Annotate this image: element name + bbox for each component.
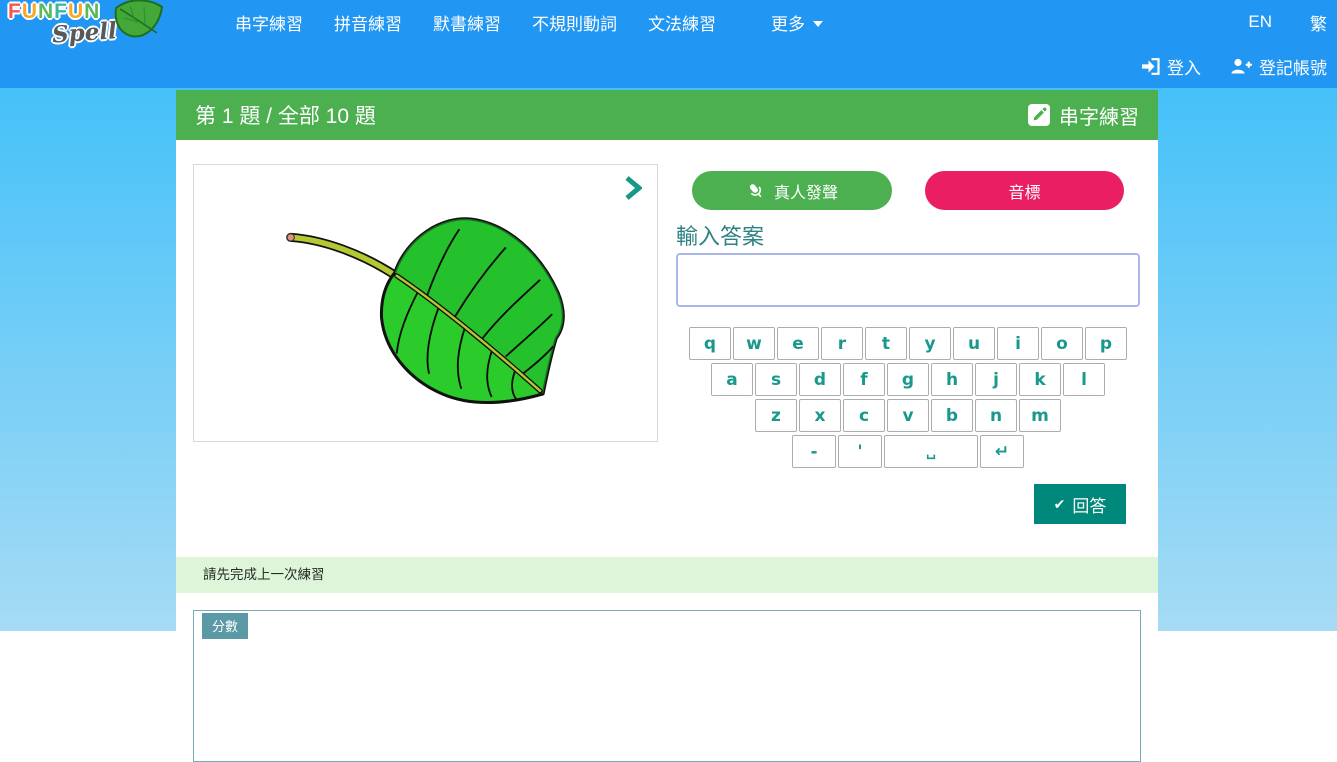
key-k[interactable]: k	[1019, 363, 1061, 396]
nav-item-more[interactable]: 更多	[771, 0, 823, 44]
key-i[interactable]: i	[997, 327, 1039, 360]
score-tab[interactable]: 分數	[202, 613, 248, 639]
key-q[interactable]: q	[689, 327, 731, 360]
phonetic-button[interactable]: 音標	[925, 171, 1124, 210]
key-p[interactable]: p	[1085, 327, 1127, 360]
lang-en-link[interactable]: EN	[1248, 12, 1272, 32]
submit-answer-label: 回答	[1072, 492, 1106, 517]
key-x[interactable]: x	[799, 399, 841, 432]
pencil-icon	[1028, 104, 1050, 126]
logo-letter: F	[54, 0, 68, 23]
score-panel: 分數	[193, 610, 1141, 762]
language-switcher: EN 繁	[1248, 0, 1327, 44]
practice-mode-label: 串字練習	[1059, 101, 1139, 130]
login-link[interactable]: 登入	[1142, 54, 1201, 79]
key-'[interactable]: '	[838, 435, 882, 468]
key-t[interactable]: t	[865, 327, 907, 360]
key-d[interactable]: d	[799, 363, 841, 396]
nav-item-2[interactable]: 拼音練習	[334, 10, 402, 35]
key-r[interactable]: r	[821, 327, 863, 360]
practice-card: 第 1 題 / 全部 10 題 串字練習	[176, 90, 1158, 710]
question-progress: 第 1 題 / 全部 10 題	[195, 100, 376, 130]
phonetic-button-label: 音標	[1008, 179, 1040, 203]
question-image-panel	[193, 164, 658, 442]
top-navbar: FUNFUN Spell 串字練習 拼音練習 默書練習 不規則動詞 文法練習 更多 EN…	[0, 0, 1337, 88]
submit-answer-button[interactable]: ✔ 回答	[1034, 484, 1126, 524]
key-b[interactable]: b	[931, 399, 973, 432]
notice-bar: 請先完成上一次練習	[176, 557, 1158, 593]
check-icon: ✔	[1054, 496, 1066, 513]
user-plus-icon	[1231, 58, 1252, 74]
logo-letter: N	[38, 0, 54, 23]
key-h[interactable]: h	[931, 363, 973, 396]
nav-item-4[interactable]: 不規則動詞	[532, 10, 617, 35]
practice-card-header: 第 1 題 / 全部 10 題 串字練習	[176, 90, 1158, 140]
key-m[interactable]: m	[1019, 399, 1061, 432]
key-y[interactable]: y	[909, 327, 951, 360]
nav-item-5[interactable]: 文法練習	[648, 10, 716, 35]
logo-letter: U	[22, 0, 38, 23]
auth-links: 登入 登記帳號	[1142, 44, 1327, 88]
key--[interactable]: -	[792, 435, 836, 468]
microphone-icon	[746, 181, 766, 201]
answer-label: 輸入答案	[676, 219, 764, 251]
nav-item-1[interactable]: 串字練習	[235, 10, 303, 35]
nav-item-3[interactable]: 默書練習	[433, 10, 501, 35]
leaf-icon	[112, 0, 164, 44]
key-o[interactable]: o	[1041, 327, 1083, 360]
key-f[interactable]: f	[843, 363, 885, 396]
voice-button-label: 真人發聲	[774, 179, 838, 203]
logo[interactable]: FUNFUN Spell	[8, 1, 158, 63]
voice-button[interactable]: 真人發聲	[692, 171, 892, 210]
logo-letter: F	[8, 0, 22, 23]
sign-in-icon	[1142, 58, 1160, 75]
key-z[interactable]: z	[755, 399, 797, 432]
question-leaf-image	[272, 197, 582, 409]
chevron-down-icon	[813, 21, 823, 27]
virtual-keyboard: qwertyuiop asdfghjkl zxcvbnm -'␣↵	[676, 327, 1140, 471]
key-a[interactable]: a	[711, 363, 753, 396]
register-label: 登記帳號	[1259, 54, 1327, 79]
key-v[interactable]: v	[887, 399, 929, 432]
key-s[interactable]: s	[755, 363, 797, 396]
nav-menu: 串字練習 拼音練習 默書練習 不規則動詞 文法練習	[235, 0, 747, 44]
key-w[interactable]: w	[733, 327, 775, 360]
key-c[interactable]: c	[843, 399, 885, 432]
key-j[interactable]: j	[975, 363, 1017, 396]
nav-more-label: 更多	[771, 10, 805, 35]
key-l[interactable]: l	[1063, 363, 1105, 396]
chevron-right-icon[interactable]	[624, 175, 642, 201]
key-space[interactable]: ␣	[884, 435, 978, 468]
key-g[interactable]: g	[887, 363, 929, 396]
key-enter[interactable]: ↵	[980, 435, 1024, 468]
practice-mode: 串字練習	[1028, 101, 1139, 130]
key-u[interactable]: u	[953, 327, 995, 360]
key-n[interactable]: n	[975, 399, 1017, 432]
register-link[interactable]: 登記帳號	[1231, 54, 1327, 79]
answer-input[interactable]	[676, 253, 1140, 307]
key-e[interactable]: e	[777, 327, 819, 360]
lang-zh-link[interactable]: 繁	[1310, 10, 1327, 35]
login-label: 登入	[1167, 54, 1201, 79]
